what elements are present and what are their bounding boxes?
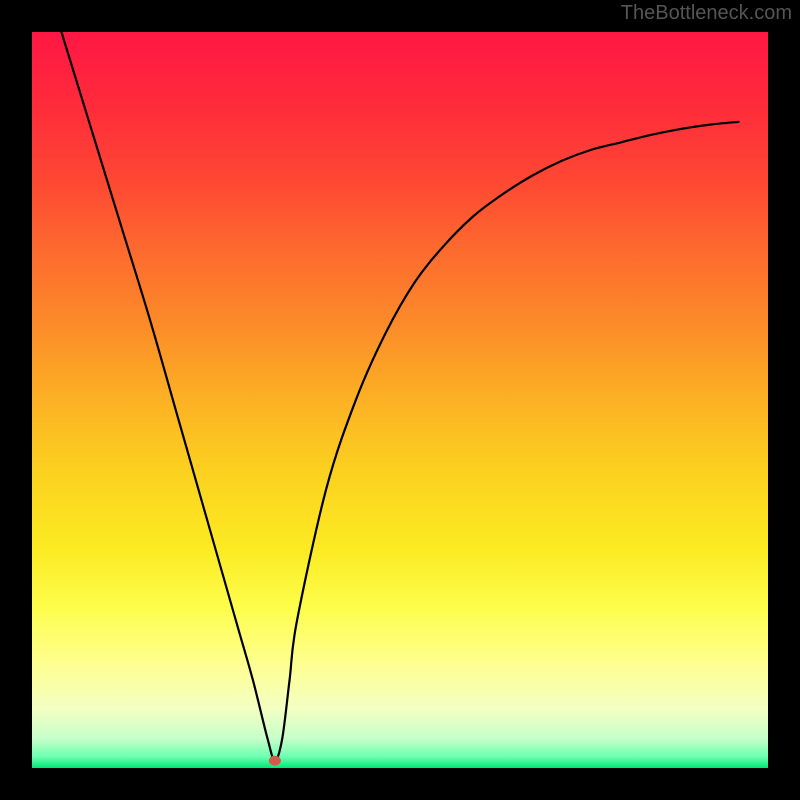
- bottleneck-min-marker: [269, 756, 281, 766]
- bottleneck-chart: [0, 0, 800, 800]
- watermark-text: TheBottleneck.com: [621, 2, 792, 25]
- border-left: [0, 0, 32, 800]
- border-bottom: [0, 768, 800, 800]
- chart-plot-background: [32, 32, 768, 768]
- border-right: [768, 0, 800, 800]
